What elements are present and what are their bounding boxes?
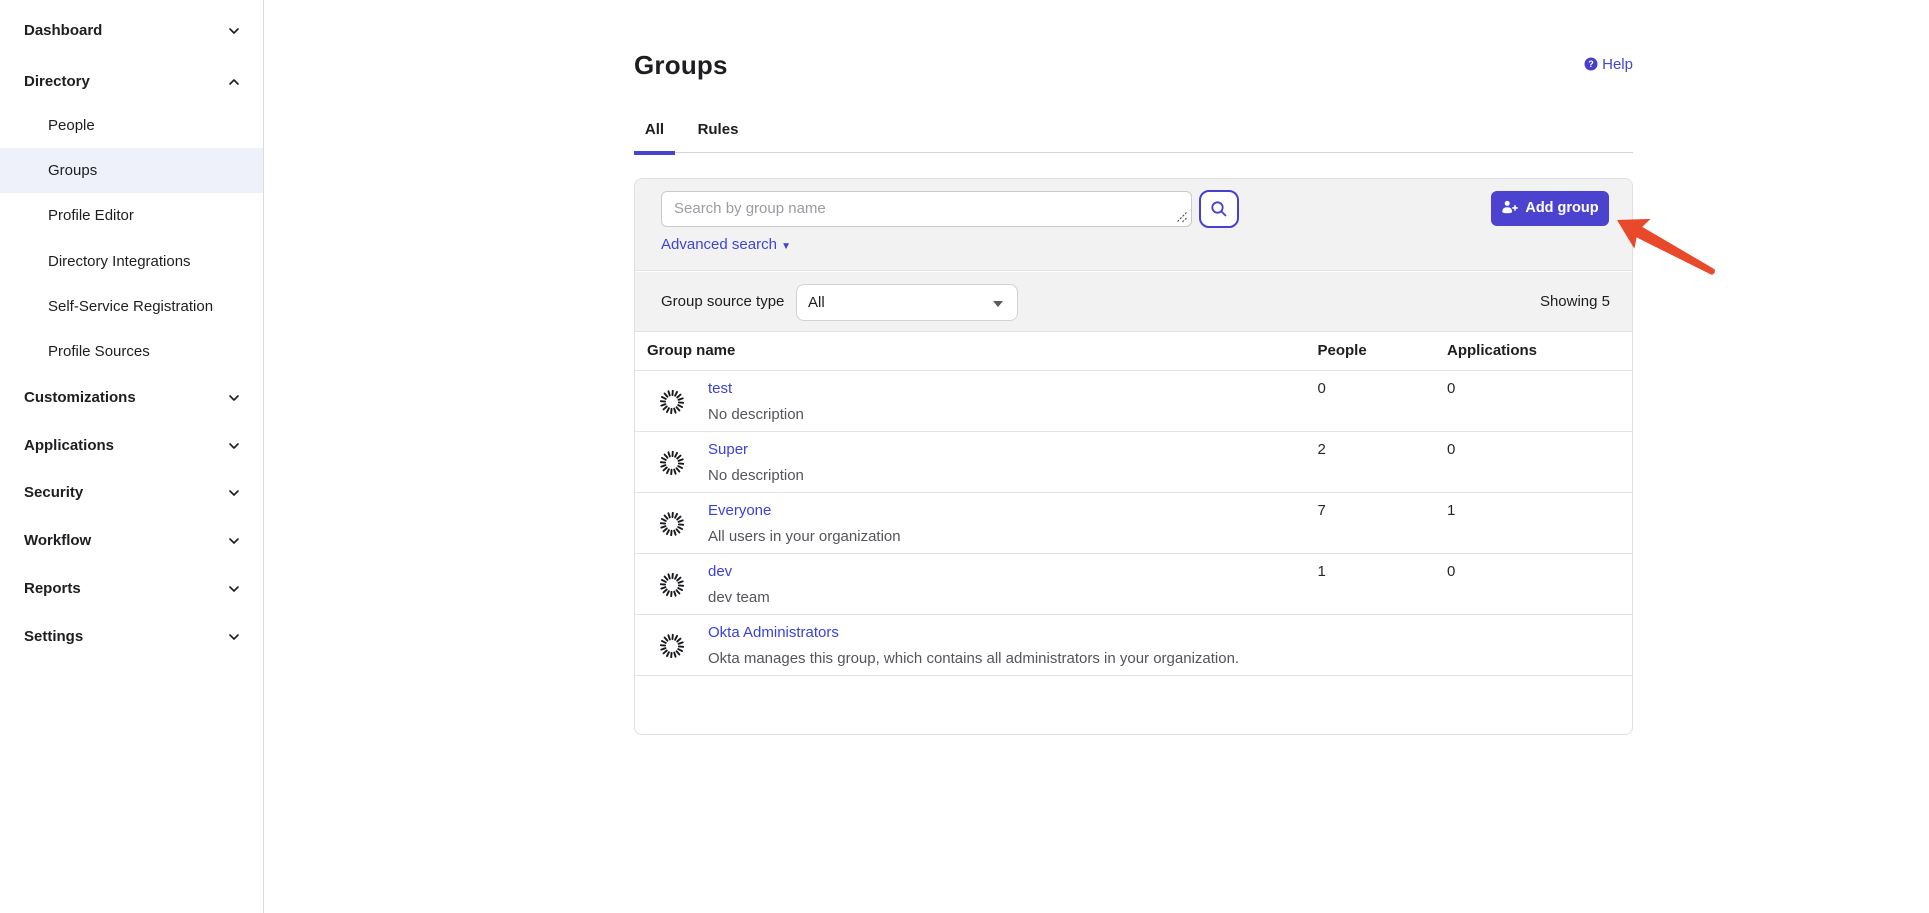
svg-text:?: ? bbox=[1588, 59, 1594, 69]
